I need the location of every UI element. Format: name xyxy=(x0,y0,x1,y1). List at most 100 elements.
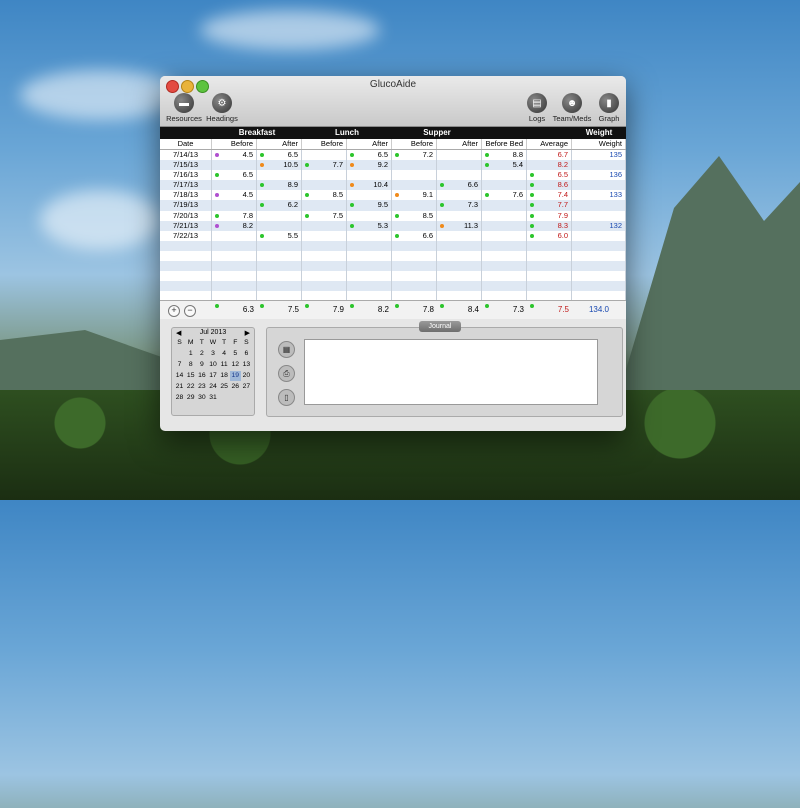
cell-bed[interactable] xyxy=(482,200,527,211)
cell-avg[interactable]: 8.3 xyxy=(527,220,572,231)
cell-b-before[interactable] xyxy=(212,230,257,241)
calendar-day[interactable]: 24 xyxy=(207,382,218,392)
cell-l-before[interactable] xyxy=(302,261,347,272)
resources-button[interactable]: ▬ Resources xyxy=(166,93,202,123)
calendar-day[interactable]: 16 xyxy=(196,371,207,381)
cell-weight[interactable] xyxy=(572,250,626,262)
cell-avg[interactable]: 6.7 xyxy=(527,150,572,161)
cell-weight[interactable] xyxy=(572,261,626,272)
cell-avg[interactable] xyxy=(527,250,572,262)
calendar-day[interactable]: 10 xyxy=(207,360,218,370)
calendar-day[interactable]: 23 xyxy=(196,382,207,392)
cell-b-after[interactable] xyxy=(257,281,302,292)
calendar-day[interactable]: 14 xyxy=(174,371,185,381)
cell-l-after[interactable]: 9.5 xyxy=(347,200,392,211)
cell-bed[interactable] xyxy=(482,271,527,282)
cell-s-after[interactable]: 6.6 xyxy=(437,180,482,191)
cell-avg[interactable] xyxy=(527,271,572,282)
cell-l-before[interactable] xyxy=(302,230,347,241)
calendar-day[interactable]: 20 xyxy=(241,371,252,381)
cell-b-after[interactable] xyxy=(257,250,302,262)
calendar-day[interactable]: 17 xyxy=(207,371,218,381)
cell-s-after[interactable] xyxy=(437,271,482,282)
cell-l-after[interactable] xyxy=(347,240,392,251)
team-meds-button[interactable]: ☻ Team/Meds xyxy=(552,93,592,123)
cell-l-after[interactable]: 5.3 xyxy=(347,220,392,231)
column-header-date[interactable]: Date xyxy=(160,139,212,149)
column-header-weight[interactable]: Weight xyxy=(572,139,626,149)
cell-s-before[interactable] xyxy=(392,281,437,292)
cell-weight[interactable]: 133 xyxy=(572,190,626,201)
cell-avg[interactable] xyxy=(527,281,572,292)
cell-bed[interactable] xyxy=(482,230,527,241)
table-row[interactable]: 7/15/13 10.5 7.7 9.2 5.4 8.2 xyxy=(160,160,626,171)
cell-s-before[interactable] xyxy=(392,261,437,272)
column-header-lunch-after[interactable]: After xyxy=(347,139,392,149)
cell-weight[interactable]: 135 xyxy=(572,150,626,161)
cell-s-after[interactable]: 7.3 xyxy=(437,200,482,211)
cell-l-after[interactable] xyxy=(347,271,392,282)
calendar-day[interactable]: 8 xyxy=(185,360,196,370)
cell-bed[interactable] xyxy=(482,240,527,251)
cell-s-before[interactable] xyxy=(392,250,437,262)
calendar-day[interactable]: 22 xyxy=(185,382,196,392)
cell-bed[interactable] xyxy=(482,281,527,292)
calendar-day[interactable]: 6 xyxy=(241,349,252,359)
cell-s-after[interactable] xyxy=(437,281,482,292)
cell-l-before[interactable] xyxy=(302,281,347,292)
cell-weight[interactable] xyxy=(572,180,626,191)
cell-b-after[interactable] xyxy=(257,190,302,201)
table-row[interactable]: 7/16/13 6.5 6.5 136 xyxy=(160,170,626,181)
logs-button[interactable]: ▤ Logs xyxy=(525,93,549,123)
cell-b-before[interactable] xyxy=(212,180,257,191)
column-header-before-bed[interactable]: Before Bed xyxy=(482,139,527,149)
cell-b-before[interactable]: 7.8 xyxy=(212,210,257,221)
document-icon[interactable]: ▯ xyxy=(278,389,295,406)
cell-l-before[interactable] xyxy=(302,250,347,262)
cell-b-before[interactable] xyxy=(212,160,257,171)
calendar-day[interactable]: 1 xyxy=(185,349,196,359)
table-row[interactable]: 7/19/13 6.2 9.5 7.3 7.7 xyxy=(160,200,626,211)
cell-l-after[interactable] xyxy=(347,250,392,262)
cell-bed[interactable] xyxy=(482,261,527,272)
cell-avg[interactable] xyxy=(527,261,572,272)
cell-l-before[interactable]: 7.5 xyxy=(302,210,347,221)
cell-b-after[interactable]: 6.2 xyxy=(257,200,302,211)
cell-s-after[interactable] xyxy=(437,230,482,241)
add-row-button[interactable]: + xyxy=(168,305,180,317)
cell-b-after[interactable]: 8.9 xyxy=(257,180,302,191)
cell-b-before[interactable]: 8.2 xyxy=(212,220,257,231)
next-month-icon[interactable]: ▶ xyxy=(245,329,250,337)
table-row[interactable]: 7/18/13 4.5 8.5 9.1 7.6 7.4 133 xyxy=(160,190,626,201)
cell-l-before[interactable] xyxy=(302,200,347,211)
cell-weight[interactable]: 136 xyxy=(572,170,626,181)
cell-b-after[interactable]: 10.5 xyxy=(257,160,302,171)
cell-s-before[interactable] xyxy=(392,180,437,191)
remove-row-button[interactable]: − xyxy=(184,305,196,317)
cell-s-before[interactable]: 9.1 xyxy=(392,190,437,201)
headings-button[interactable]: ⚙ Headings xyxy=(205,93,239,123)
cell-avg[interactable]: 7.4 xyxy=(527,190,572,201)
cell-b-before[interactable] xyxy=(212,250,257,262)
cell-avg[interactable]: 6.5 xyxy=(527,170,572,181)
cell-bed[interactable]: 5.4 xyxy=(482,160,527,171)
printer-icon[interactable]: ⎙ xyxy=(278,365,295,382)
cell-b-after[interactable] xyxy=(257,240,302,251)
cell-l-before[interactable] xyxy=(302,271,347,282)
calendar-day[interactable]: 19 xyxy=(229,371,241,381)
cell-avg[interactable]: 8.6 xyxy=(527,180,572,191)
cell-s-after[interactable] xyxy=(437,261,482,272)
calendar-day[interactable]: 4 xyxy=(219,349,230,359)
cell-weight[interactable] xyxy=(572,240,626,251)
cell-bed[interactable] xyxy=(482,210,527,221)
cell-bed[interactable]: 7.6 xyxy=(482,190,527,201)
cell-avg[interactable]: 8.2 xyxy=(527,160,572,171)
cell-l-after[interactable] xyxy=(347,230,392,241)
calendar-day[interactable]: 21 xyxy=(174,382,185,392)
cell-s-after[interactable]: 11.3 xyxy=(437,220,482,231)
cell-b-after[interactable] xyxy=(257,170,302,181)
cell-b-before[interactable] xyxy=(212,200,257,211)
cell-s-after[interactable] xyxy=(437,150,482,161)
cell-s-before[interactable] xyxy=(392,170,437,181)
calendar-day[interactable]: 25 xyxy=(219,382,230,392)
